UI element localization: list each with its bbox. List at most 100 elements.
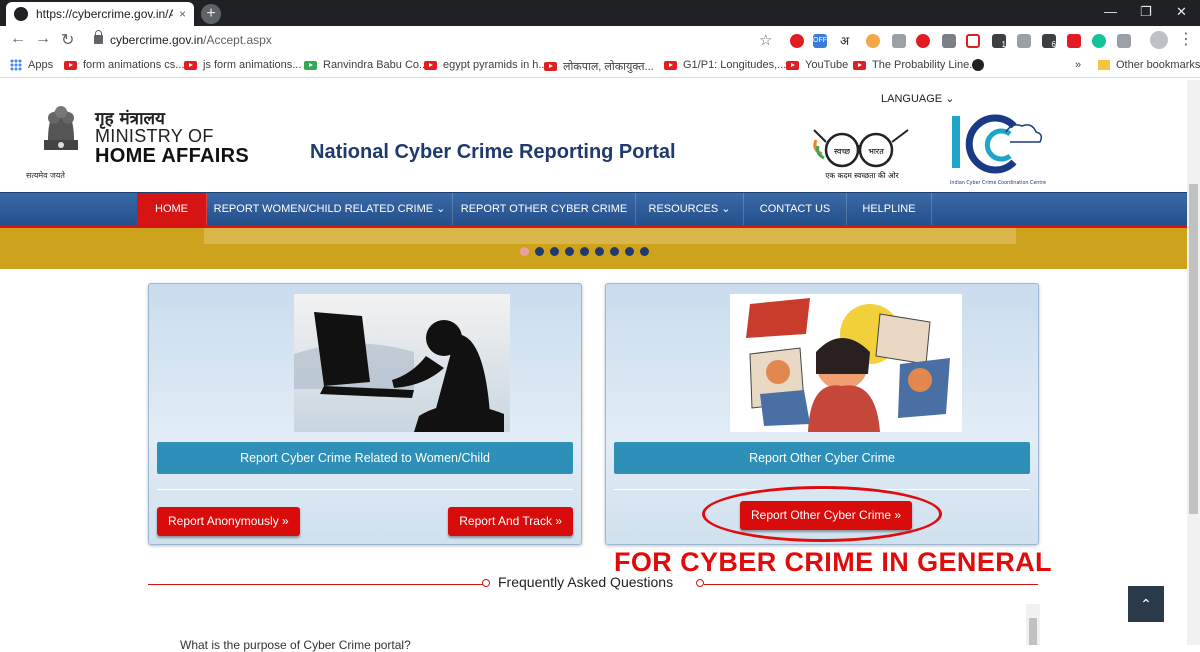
hindi-input-icon[interactable]: अ [840,34,854,48]
slider-dot[interactable] [580,247,589,256]
youtube-icon [664,60,677,70]
slider-dot[interactable] [535,247,544,256]
browser-tab[interactable]: https://cybercrime.gov.in/Accept × [6,2,194,26]
banner-slide [204,228,1016,244]
youtube-icon [64,60,77,70]
i4c-logo-icon: Indian Cyber Crime Coordination Centre [950,114,1046,186]
bookmark-item[interactable]: egypt pyramids in h... [424,59,548,71]
maximize-window-icon[interactable]: ❐ [1140,4,1152,20]
close-window-icon[interactable]: ✕ [1176,4,1187,20]
i4c-caption: Indian Cyber Crime Coordination Centre [950,180,1046,186]
slider-dot[interactable] [565,247,574,256]
youtube-icon [544,62,557,71]
profile-avatar-icon[interactable] [1150,31,1168,49]
download-extension-icon[interactable] [1017,34,1031,48]
bookmarks-bar: Apps form animations cs... js form anima… [0,54,1200,78]
grammarly-extension-icon[interactable] [1092,34,1106,48]
report-women-child-bar[interactable]: Report Cyber Crime Related to Women/Chil… [157,442,573,474]
reload-icon[interactable]: ↻ [61,30,74,50]
browser-toolbar: ← → ↻ cybercrime.gov.in/Accept.aspx ☆ OF… [0,26,1200,54]
ministry-name-line2: HOME AFFAIRS [95,145,249,167]
block-extension-icon[interactable] [916,34,930,48]
opera-extension-icon[interactable] [790,34,804,48]
folder-icon [1098,60,1110,70]
extension-icon[interactable] [942,34,956,48]
nav-home[interactable]: HOME [137,193,207,226]
forward-icon[interactable]: → [35,30,51,48]
globe-bookmark-icon[interactable] [972,59,984,71]
swachh-right-text: भारत [868,147,884,156]
faq-scrollbar[interactable] [1026,604,1040,645]
report-anonymously-button[interactable]: Report Anonymously » [157,507,300,536]
tab-title: https://cybercrime.gov.in/Accept [36,7,173,21]
national-emblem-icon[interactable] [38,100,84,160]
nav-resources[interactable]: RESOURCES ⌄ [636,193,744,226]
faq-divider-left [148,584,484,585]
video-extension-icon[interactable] [1067,34,1081,48]
main-navigation: HOME REPORT WOMEN/CHILD RELATED CRIME ⌄ … [0,192,1200,226]
site-favicon-icon [14,7,28,21]
chevron-down-icon: ⌄ [945,93,955,105]
scroll-to-top-button[interactable]: ⌃ [1128,586,1164,622]
faq-divider-right [704,584,1038,585]
tab-close-icon[interactable]: × [179,7,186,21]
slider-dot[interactable] [640,247,649,256]
back-icon[interactable]: ← [10,30,26,48]
address-bar[interactable]: cybercrime.gov.in/Accept.aspx [110,33,272,47]
card-divider [157,489,573,490]
apps-grid-icon [10,59,22,71]
slider-dot[interactable] [550,247,559,256]
cookie-extension-icon[interactable] [866,34,880,48]
youtube-icon [424,60,437,70]
bookmark-item[interactable]: The Probability Line... [853,59,978,71]
bookmark-item[interactable]: Ranvindra Babu Co... [304,59,428,71]
slider-dot[interactable] [610,247,619,256]
lock-icon [94,30,103,44]
swachh-bharat-logo-icon: स्वच्छ भारत एक कदम स्वच्छता की ओर [813,129,909,180]
faq-title: Frequently Asked Questions [498,574,674,590]
faq-ring-icon [696,579,704,587]
pocket-extension-icon[interactable] [966,34,980,48]
faq-question[interactable]: What is the purpose of Cyber Crime porta… [180,638,411,652]
bookmark-star-icon[interactable]: ☆ [759,31,772,49]
slider-dot[interactable] [625,247,634,256]
scrollbar-thumb[interactable] [1189,184,1198,514]
nav-contact-us[interactable]: CONTACT US [744,193,847,226]
bookmark-apps[interactable]: Apps [10,59,53,71]
nav-report-women-child[interactable]: REPORT WOMEN/CHILD RELATED CRIME ⌄ [207,193,453,226]
child-laptop-image [294,294,510,432]
language-selector[interactable]: LANGUAGE ⌄ [881,92,954,105]
women-child-card: Report Cyber Crime Related to Women/Chil… [148,283,582,545]
extension-icon[interactable] [892,34,906,48]
bookmark-item[interactable]: form animations cs... [64,59,184,71]
cyber-crime-illustration [730,294,962,432]
more-bookmarks-icon[interactable]: » [1075,59,1081,71]
adblock-off-icon[interactable]: OFF [813,34,827,48]
page-scrollbar[interactable] [1187,80,1200,645]
extension-badge-icon[interactable]: 1 [992,34,1006,49]
browser-tabbar: https://cybercrime.gov.in/Accept × + — ❐… [0,0,1200,26]
site-header: सत्यमेव जयते गृह मंत्रालय MINISTRY OF HO… [0,80,1200,192]
url-path: /Accept.aspx [203,33,272,47]
browser-menu-icon[interactable]: ⋮ [1178,29,1194,49]
bookmark-item[interactable]: लोकपाल, लोकायुक्त... [544,59,654,74]
nav-helpline[interactable]: HELPLINE [847,193,932,226]
url-host: cybercrime.gov.in [110,33,204,47]
other-bookmarks[interactable]: Other bookmarks [1098,59,1200,71]
bookmark-item[interactable]: G1/P1: Longitudes,... [664,59,786,71]
ministry-name-line1: MINISTRY OF [95,126,214,146]
nav-report-other-cyber-crime[interactable]: REPORT OTHER CYBER CRIME [453,193,636,226]
extension-badge-icon[interactable]: 6 [1042,34,1056,49]
slider-dot[interactable] [595,247,604,256]
extension-icon[interactable] [1117,34,1131,48]
faq-ring-icon [482,579,490,587]
slider-dot[interactable] [520,247,529,256]
report-and-track-button[interactable]: Report And Track » [448,507,573,536]
drive-icon [304,60,317,70]
minimize-window-icon[interactable]: — [1104,4,1117,19]
youtube-icon [853,60,866,70]
bookmark-item[interactable]: js form animations... [184,59,301,71]
bookmark-item[interactable]: YouTube [786,59,848,71]
new-tab-button[interactable]: + [201,4,221,24]
report-other-crime-bar[interactable]: Report Other Cyber Crime [614,442,1030,474]
